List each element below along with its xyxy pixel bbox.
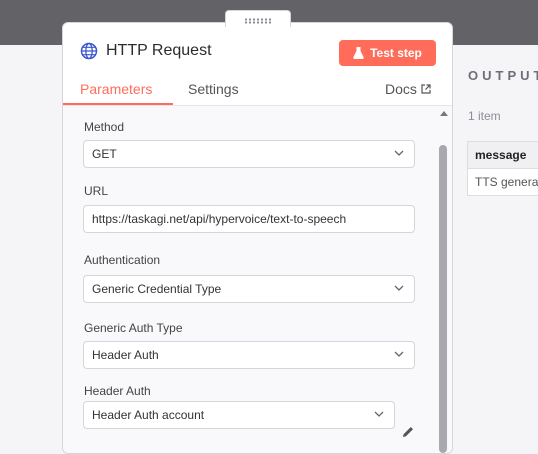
header-auth-label: Header Auth — [84, 384, 151, 398]
output-item-count: 1 item — [468, 109, 501, 123]
header-auth-select[interactable]: Header Auth account — [83, 401, 395, 429]
scrollbar[interactable] — [438, 106, 448, 453]
test-step-button[interactable]: Test step — [339, 40, 436, 66]
output-cell[interactable]: TTS genera — [468, 169, 538, 195]
drag-dots-icon — [244, 18, 272, 24]
method-label: Method — [84, 120, 125, 134]
output-table: message TTS genera — [467, 141, 538, 196]
test-step-label: Test step — [370, 46, 422, 60]
panel-drag-handle[interactable] — [225, 10, 291, 27]
tab-bar: Parameters Settings Docs — [63, 73, 452, 106]
external-link-icon — [421, 84, 431, 94]
docs-label: Docs — [385, 81, 417, 97]
authentication-value: Generic Credential Type — [92, 282, 222, 296]
active-tab-indicator — [63, 103, 173, 105]
edit-pencil-icon[interactable] — [401, 425, 415, 439]
output-panel — [451, 45, 538, 439]
method-value: GET — [92, 147, 117, 161]
generic-auth-type-value: Header Auth — [92, 348, 159, 362]
node-parameters-panel: HTTP Request Test step Parameters Settin… — [62, 22, 453, 454]
generic-auth-type-select[interactable]: Header Auth — [83, 341, 415, 369]
url-input[interactable]: https://taskagi.net/api/hypervoice/text-… — [83, 205, 415, 233]
authentication-select[interactable]: Generic Credential Type — [83, 275, 415, 303]
url-value: https://taskagi.net/api/hypervoice/text-… — [92, 212, 347, 226]
generic-auth-type-label: Generic Auth Type — [84, 321, 183, 335]
globe-icon — [80, 42, 98, 60]
method-select[interactable]: GET — [83, 140, 415, 168]
flask-icon — [353, 47, 364, 59]
node-header: HTTP Request — [80, 42, 212, 60]
tab-docs[interactable]: Docs — [385, 81, 431, 97]
authentication-label: Authentication — [84, 253, 161, 267]
output-title: OUTPUT — [468, 68, 538, 83]
chevron-down-icon — [394, 285, 404, 291]
node-title: HTTP Request — [106, 42, 212, 59]
chevron-down-icon — [394, 351, 404, 357]
chevron-down-icon — [394, 150, 404, 156]
header-auth-value: Header Auth account — [92, 408, 205, 422]
scroll-up-arrow-icon[interactable] — [440, 111, 448, 116]
scrollbar-thumb[interactable] — [439, 145, 447, 453]
tab-parameters[interactable]: Parameters — [80, 81, 152, 97]
output-column-header[interactable]: message — [468, 142, 538, 169]
url-label: URL — [84, 184, 109, 198]
chevron-down-icon — [374, 411, 384, 417]
tab-settings[interactable]: Settings — [188, 81, 239, 97]
